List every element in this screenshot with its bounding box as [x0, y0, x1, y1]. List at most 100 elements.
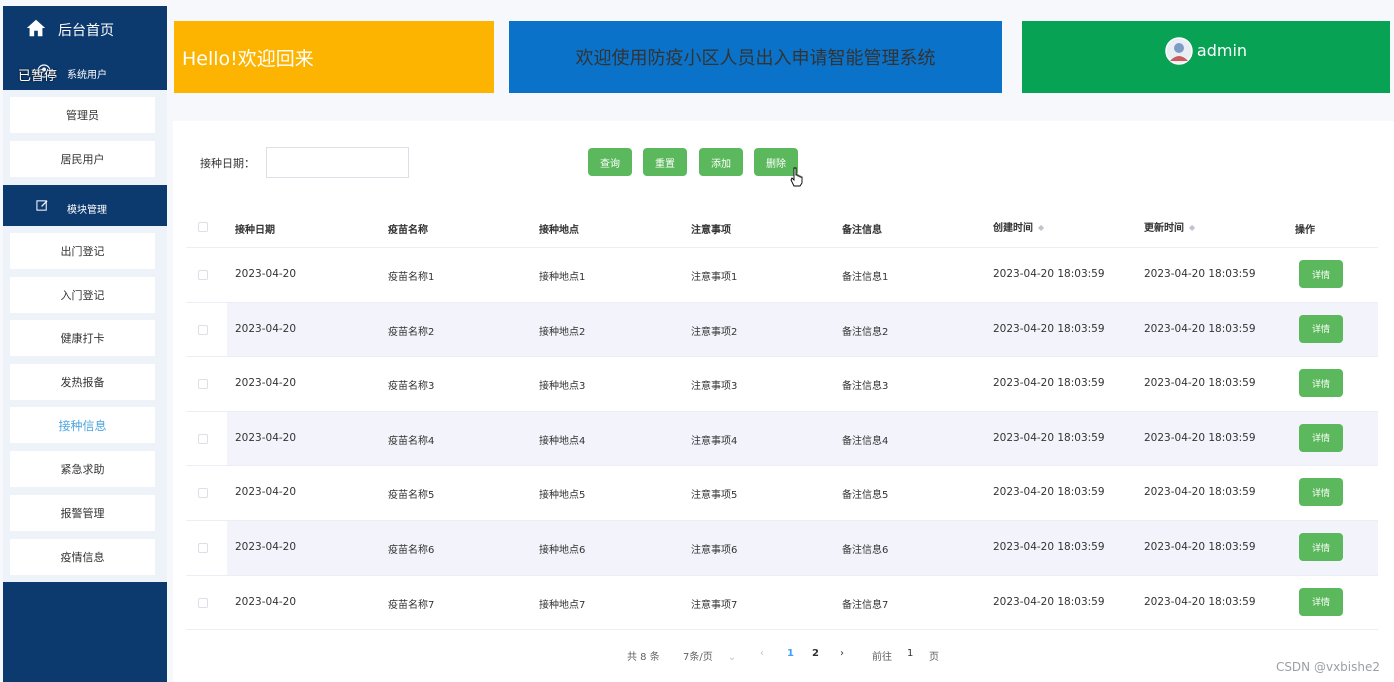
cell-updated: 2023-04-20 18:03:59: [1144, 322, 1256, 335]
sidebar-home[interactable]: 后台首页: [3, 6, 167, 51]
sidebar-item-epidemic-info[interactable]: 疫情信息: [10, 539, 155, 575]
sidebar-group-module[interactable]: 模块管理: [3, 186, 167, 226]
detail-button[interactable]: 详情: [1299, 314, 1343, 343]
cell-updated: 2023-04-20 18:03:59: [1144, 595, 1256, 608]
detail-button[interactable]: 详情: [1299, 423, 1343, 452]
cell-location: 接种地点5: [539, 490, 586, 502]
app-root: 后台首页 系统用户 已暂停 管理员 居民用户 模块管理 出门登记 入门登记 健康…: [0, 0, 1394, 682]
goto-input[interactable]: 1: [907, 648, 913, 659]
watermark: CSDN @vxbishe2: [1275, 660, 1380, 674]
table-header: 接种日期 疫苗名称 接种地点 注意事项 备注信息 创建时间 ◆ 更新时间 ◆ 操作: [186, 206, 1378, 248]
header-created[interactable]: 创建时间 ◆: [993, 219, 1044, 234]
cell-notes: 注意事项6: [691, 545, 738, 556]
sidebar-home-label: 后台首页: [58, 23, 114, 39]
cell-created: 2023-04-20 18:03:59: [993, 268, 1105, 280]
page-size-select[interactable]: 7条/页 ⌄: [683, 648, 736, 663]
cell-remarks: 备注信息7: [842, 599, 889, 611]
cell-notes: 注意事项2: [691, 326, 738, 338]
sidebar-item-label: 紧急求助: [60, 463, 105, 476]
page-size-value: 7条/页: [683, 652, 713, 663]
search-date-input[interactable]: [266, 147, 409, 178]
row-checkbox[interactable]: [198, 270, 208, 280]
sidebar-module-items: 出门登记 入门登记 健康打卡 发热报备 接种信息 紧急求助 报警管理 疫情信息: [3, 226, 167, 582]
cell-date: 2023-04-20: [235, 486, 297, 499]
header-updated[interactable]: 更新时间 ◆: [1144, 219, 1195, 234]
table-row: 2023-04-20 疫苗名称7 接种地点7 注意事项7 备注信息7 2023-…: [186, 576, 1378, 631]
header-vaccine: 疫苗名称: [388, 225, 428, 236]
row-checkbox[interactable]: [198, 379, 208, 390]
row-checkbox[interactable]: [198, 543, 208, 553]
cell-vaccine: 疫苗名称6: [388, 545, 435, 556]
sidebar-item-label: 出门登记: [60, 245, 105, 258]
cell-created: 2023-04-20 18:03:59: [993, 486, 1105, 499]
sidebar-item-label: 疫情信息: [60, 551, 105, 564]
row-checkbox[interactable]: [198, 488, 208, 499]
sidebar-item-health-checkin[interactable]: 健康打卡: [10, 320, 155, 356]
query-button[interactable]: 查询: [588, 148, 632, 176]
chevron-left-icon[interactable]: ‹: [760, 648, 764, 659]
sidebar-item-admin[interactable]: 管理员: [10, 97, 155, 133]
cell-created: 2023-04-20 18:03:59: [993, 541, 1105, 553]
cell-remarks: 备注信息5: [842, 490, 889, 502]
header-date: 接种日期: [235, 225, 275, 236]
detail-button[interactable]: 详情: [1299, 478, 1343, 507]
sidebar-item-fever-report[interactable]: 发热报备: [10, 364, 155, 400]
user-card[interactable]: admin: [1022, 21, 1390, 93]
sort-caret-icon[interactable]: ◆: [1189, 223, 1195, 232]
cell-updated: 2023-04-20 18:03:59: [1144, 541, 1256, 553]
cell-vaccine: 疫苗名称2: [388, 326, 435, 338]
sidebar: 后台首页 系统用户 已暂停 管理员 居民用户 模块管理 出门登记 入门登记 健康…: [3, 6, 167, 682]
cell-remarks: 备注信息4: [842, 435, 889, 447]
cell-updated: 2023-04-20 18:03:59: [1144, 486, 1256, 499]
sort-caret-icon[interactable]: ◆: [1038, 223, 1044, 232]
row-checkbox[interactable]: [198, 433, 208, 444]
sidebar-item-vaccination-info[interactable]: 接种信息: [10, 407, 155, 443]
select-all-checkbox[interactable]: [198, 222, 208, 232]
row-checkbox[interactable]: [198, 597, 208, 608]
table-row: 2023-04-20 疫苗名称4 接种地点4 注意事项4 备注信息4 2023-…: [186, 411, 1378, 467]
sidebar-item-label: 发热报备: [60, 376, 105, 389]
main-panel: 接种日期： 查询 重置 添加 删除 接种日期 疫苗名称 接种地点 注意事项 备注…: [173, 121, 1394, 682]
search-date-label: 接种日期：: [200, 157, 255, 170]
chevron-down-icon: ⌄: [727, 652, 737, 663]
sidebar-item-residents[interactable]: 居民用户: [10, 141, 155, 177]
cell-location: 接种地点2: [539, 326, 586, 338]
sidebar-item-alarm-management[interactable]: 报警管理: [10, 495, 155, 531]
table-row: 2023-04-20 疫苗名称1 接种地点1 注意事项1 备注信息1 2023-…: [186, 248, 1378, 303]
cell-updated: 2023-04-20 18:03:59: [1144, 377, 1256, 390]
chevron-right-icon[interactable]: ›: [840, 648, 844, 659]
pagination-total: 共 8 条: [627, 652, 660, 663]
page-2[interactable]: 2: [812, 648, 819, 659]
table-row: 2023-04-20 疫苗名称2 接种地点2 注意事项2 备注信息2 2023-…: [186, 302, 1378, 358]
page-1[interactable]: 1: [787, 648, 794, 659]
sidebar-item-exit-registration[interactable]: 出门登记: [10, 233, 155, 269]
goto-label: 前往: [872, 652, 892, 663]
sidebar-system-items: 管理员 居民用户: [3, 90, 167, 185]
home-icon: [26, 19, 46, 37]
cell-created: 2023-04-20 18:03:59: [993, 431, 1105, 444]
welcome-card: 欢迎使用防疫小区人员出入申请智能管理系统: [509, 21, 1002, 93]
header-updated-label: 更新时间: [1144, 223, 1184, 234]
cell-remarks: 备注信息6: [842, 545, 889, 556]
cell-location: 接种地点3: [539, 381, 586, 393]
cell-created: 2023-04-20 18:03:59: [993, 377, 1105, 390]
sidebar-group-module-label: 模块管理: [67, 205, 107, 216]
cell-vaccine: 疫苗名称3: [388, 381, 435, 393]
sidebar-item-entry-registration[interactable]: 入门登记: [10, 277, 155, 313]
detail-button[interactable]: 详情: [1299, 260, 1343, 288]
cell-updated: 2023-04-20 18:03:59: [1144, 431, 1256, 444]
cell-vaccine: 疫苗名称4: [388, 435, 435, 447]
cell-notes: 注意事项5: [691, 490, 738, 502]
detail-button[interactable]: 详情: [1299, 533, 1343, 561]
edit-icon: [36, 200, 48, 211]
cell-date: 2023-04-20: [235, 322, 297, 335]
detail-button[interactable]: 详情: [1299, 587, 1343, 616]
reset-button[interactable]: 重置: [643, 148, 687, 176]
cell-date: 2023-04-20: [235, 595, 297, 608]
cell-remarks: 备注信息2: [842, 326, 889, 338]
add-button[interactable]: 添加: [699, 148, 743, 176]
sidebar-item-emergency-help[interactable]: 紧急求助: [10, 451, 155, 487]
row-checkbox[interactable]: [198, 324, 208, 335]
sidebar-item-label: 健康打卡: [60, 332, 105, 345]
detail-button[interactable]: 详情: [1299, 369, 1343, 398]
